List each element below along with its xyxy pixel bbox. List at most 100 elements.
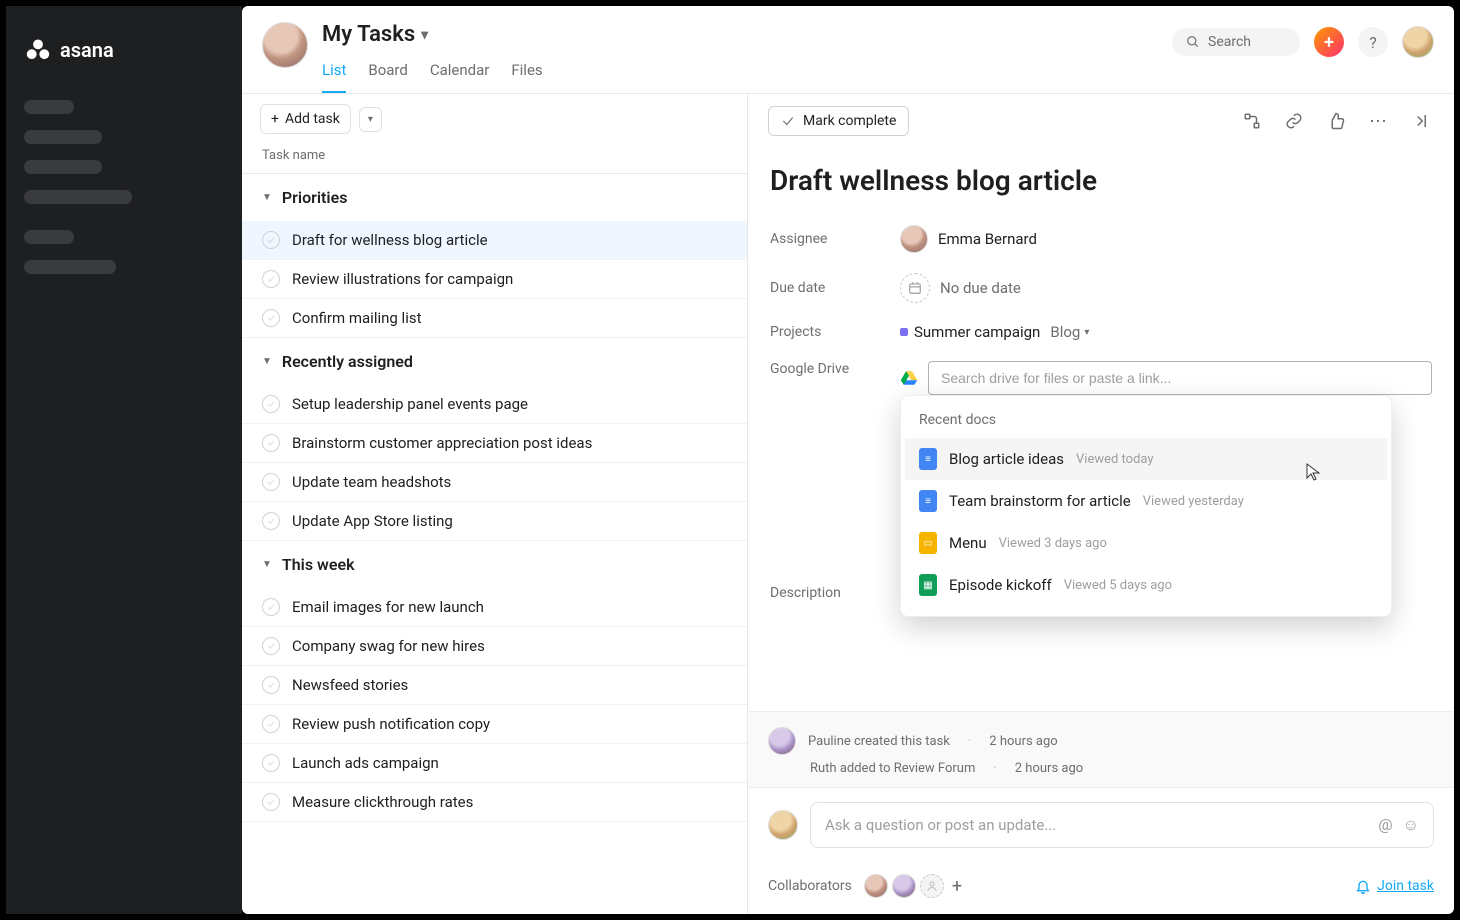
comment-input[interactable]: Ask a question or post an update... @ ☺ [810, 802, 1434, 848]
add-task-label: Add task [285, 111, 340, 127]
current-user-avatar[interactable] [1402, 26, 1434, 58]
projects-label: Projects [770, 324, 880, 340]
task-row[interactable]: Review illustrations for campaign [242, 260, 747, 299]
task-row[interactable]: Brainstorm customer appreciation post id… [242, 424, 747, 463]
page-header: My Tasks ▾ List Board Calendar Files Search… [242, 6, 1454, 94]
complete-toggle[interactable] [262, 637, 280, 655]
google-docs-icon: ≡ [919, 490, 937, 512]
task-row[interactable]: Email images for new launch [242, 588, 747, 627]
complete-toggle[interactable] [262, 395, 280, 413]
complete-toggle[interactable] [262, 598, 280, 616]
due-date-value[interactable]: No due date [900, 273, 1021, 303]
assignee-value[interactable]: Emma Bernard [900, 225, 1037, 253]
comment-placeholder: Ask a question or post an update... [825, 816, 1378, 834]
task-row[interactable]: Update App Store listing [242, 502, 747, 541]
drive-file-name: Team brainstorm for article [949, 492, 1131, 510]
project-chip[interactable]: Summer campaign [900, 323, 1040, 341]
collaborator-avatar[interactable] [864, 874, 888, 898]
upgrade-button[interactable]: + [1314, 27, 1344, 57]
task-row[interactable]: Setup leadership panel events page [242, 385, 747, 424]
complete-toggle[interactable] [262, 473, 280, 491]
complete-toggle[interactable] [262, 715, 280, 733]
complete-toggle[interactable] [262, 270, 280, 288]
collaborator-placeholder[interactable] [920, 874, 944, 898]
task-row[interactable]: Measure clickthrough rates [242, 783, 747, 822]
due-date-label: Due date [770, 280, 880, 296]
close-detail-icon[interactable] [1406, 107, 1434, 135]
task-row[interactable]: Company swag for new hires [242, 627, 747, 666]
section-header[interactable]: ▼Recently assigned [242, 338, 747, 385]
drive-result-item[interactable]: ≡Team brainstorm for articleViewed yeste… [905, 480, 1387, 522]
task-row[interactable]: Update team headshots [242, 463, 747, 502]
page-title-dropdown[interactable]: My Tasks ▾ [322, 22, 543, 47]
task-title: Update App Store listing [292, 512, 727, 530]
section-header[interactable]: ▼Priorities [242, 174, 747, 221]
task-detail-title[interactable]: Draft wellness blog article [770, 164, 1432, 197]
drive-file-meta: Viewed 5 days ago [1064, 578, 1172, 593]
due-date-text: No due date [940, 279, 1021, 297]
like-icon[interactable] [1322, 107, 1350, 135]
nav-placeholder [24, 160, 102, 174]
asana-logo-icon [24, 36, 52, 64]
task-row[interactable]: Newsfeed stories [242, 666, 747, 705]
complete-toggle[interactable] [262, 754, 280, 772]
global-search[interactable]: Search [1172, 28, 1300, 56]
google-docs-icon: ≡ [919, 448, 937, 470]
drive-result-item[interactable]: ▦Episode kickoffViewed 5 days ago [905, 564, 1387, 606]
collaborator-avatar[interactable] [892, 874, 916, 898]
google-drive-icon [900, 369, 918, 387]
mention-icon[interactable]: @ [1378, 815, 1392, 835]
join-task-label: Join task [1377, 878, 1434, 894]
activity-time: 2 hours ago [1015, 761, 1083, 776]
google-drive-search-input[interactable] [928, 361, 1432, 395]
drive-result-item[interactable]: ▭MenuViewed 3 days ago [905, 522, 1387, 564]
task-row[interactable]: Draft for wellness blog article [242, 221, 747, 260]
triangle-down-icon: ▼ [262, 192, 272, 203]
task-detail-pane: Mark complete ⋯ [748, 94, 1454, 914]
task-row[interactable]: Launch ads campaign [242, 744, 747, 783]
nav-group-placeholder [24, 230, 224, 274]
mark-complete-label: Mark complete [803, 113, 896, 129]
drive-file-meta: Viewed today [1076, 452, 1154, 467]
help-button[interactable]: ? [1358, 27, 1388, 57]
task-activity: Pauline created this task·2 hours agoRut… [748, 711, 1454, 787]
task-row[interactable]: Review push notification copy [242, 705, 747, 744]
tab-calendar[interactable]: Calendar [430, 55, 490, 93]
nav-placeholder [24, 230, 74, 244]
complete-toggle[interactable] [262, 676, 280, 694]
triangle-down-icon: ▼ [262, 559, 272, 570]
subtasks-icon[interactable] [1238, 107, 1266, 135]
project-column-dropdown[interactable]: Blog ▾ [1050, 323, 1089, 341]
collaborators-label: Collaborators [768, 878, 852, 894]
complete-toggle[interactable] [262, 231, 280, 249]
section-title: Recently assigned [282, 352, 413, 371]
nav-group-placeholder [24, 100, 224, 204]
tab-files[interactable]: Files [511, 55, 542, 93]
mark-complete-button[interactable]: Mark complete [768, 106, 909, 136]
task-title: Measure clickthrough rates [292, 793, 727, 811]
task-list-pane: + Add task ▾ Task name ▼PrioritiesDraft … [242, 94, 748, 914]
user-avatar[interactable] [262, 22, 308, 68]
complete-toggle[interactable] [262, 793, 280, 811]
main-content: My Tasks ▾ List Board Calendar Files Search… [242, 6, 1454, 914]
add-task-button[interactable]: + Add task [260, 104, 351, 134]
brand-logo[interactable]: asana [24, 36, 224, 64]
complete-toggle[interactable] [262, 512, 280, 530]
task-title: Company swag for new hires [292, 637, 727, 655]
join-task-button[interactable]: Join task [1355, 878, 1434, 894]
task-title: Confirm mailing list [292, 309, 727, 327]
add-task-dropdown[interactable]: ▾ [359, 107, 382, 132]
section-header[interactable]: ▼This week [242, 541, 747, 588]
task-row[interactable]: Confirm mailing list [242, 299, 747, 338]
activity-avatar [768, 727, 796, 755]
tab-board[interactable]: Board [368, 55, 407, 93]
tab-list[interactable]: List [322, 55, 346, 93]
copy-link-icon[interactable] [1280, 107, 1308, 135]
more-icon[interactable]: ⋯ [1364, 107, 1392, 135]
add-collaborator-button[interactable]: + [952, 876, 962, 897]
activity-entry: Ruth added to Review Forum·2 hours ago [810, 758, 1434, 779]
complete-toggle[interactable] [262, 309, 280, 327]
complete-toggle[interactable] [262, 434, 280, 452]
emoji-icon[interactable]: ☺ [1403, 815, 1419, 835]
check-icon [781, 114, 795, 128]
